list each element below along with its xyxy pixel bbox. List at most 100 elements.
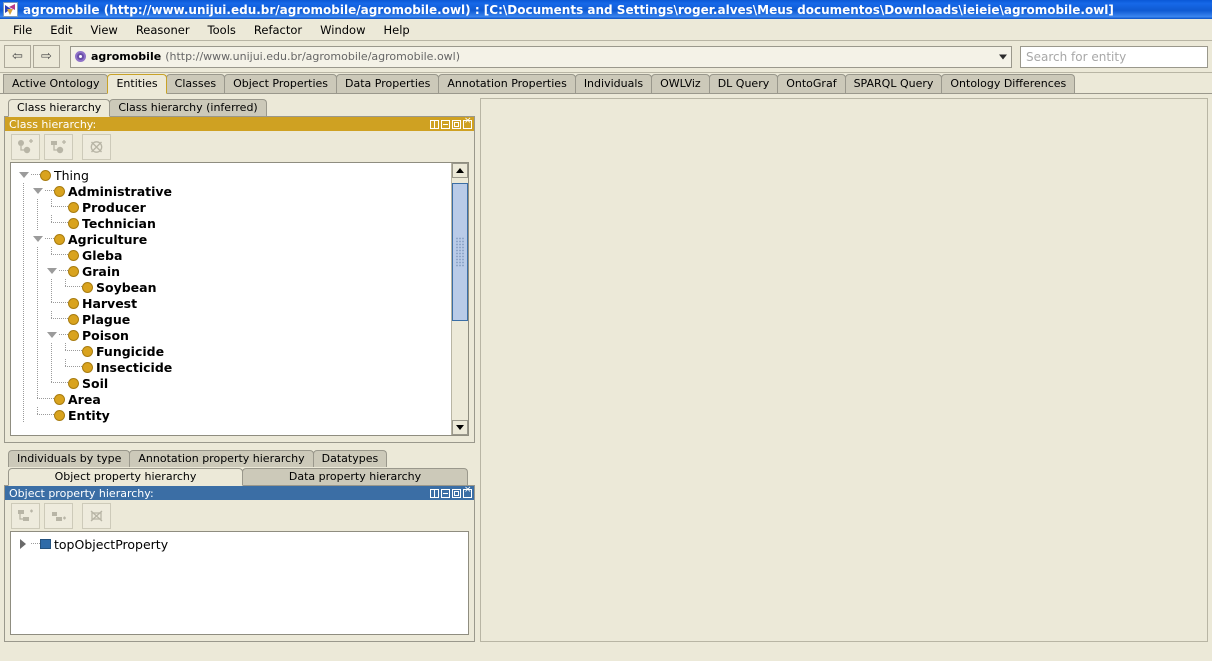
tree-row[interactable]: Agriculture (17, 231, 451, 247)
tab-individuals[interactable]: Individuals (574, 74, 653, 93)
tree-guide (45, 343, 59, 359)
expand-toggle-down-icon[interactable] (45, 263, 59, 279)
menu-item-window[interactable]: Window (311, 21, 374, 39)
tab-object-property-hierarchy[interactable]: Object property hierarchy (8, 468, 243, 486)
tab-annotation-property-hierarchy[interactable]: Annotation property hierarchy (129, 450, 314, 467)
add-subproperty-button[interactable] (11, 502, 40, 529)
tree-connector (59, 263, 68, 279)
menu-item-file[interactable]: File (4, 21, 41, 39)
split-panel-icon[interactable] (430, 119, 439, 129)
tab-sparql-query[interactable]: SPARQL Query (844, 74, 943, 93)
maximize-panel-icon[interactable] (452, 119, 461, 129)
expand-toggle-right-icon[interactable] (17, 536, 31, 552)
tree-row[interactable]: Area (17, 391, 451, 407)
menu-item-view[interactable]: View (82, 21, 127, 39)
add-sibling-property-button[interactable] (44, 502, 73, 529)
delete-property-button[interactable] (82, 502, 111, 529)
tab-data-property-hierarchy[interactable]: Data property hierarchy (242, 468, 468, 485)
tree-row[interactable]: Soil (17, 375, 451, 391)
tree-guide (31, 311, 45, 327)
close-panel-icon[interactable] (463, 486, 472, 498)
ontology-selector-combobox[interactable]: agromobile (http://www.unijui.edu.br/agr… (70, 45, 1012, 68)
tree-row[interactable]: Producer (17, 199, 451, 215)
tree-row[interactable]: Entity (17, 407, 451, 423)
expand-toggle-down-icon[interactable] (31, 231, 45, 247)
close-panel-icon[interactable] (463, 117, 472, 129)
tab-dl-query[interactable]: DL Query (708, 74, 779, 93)
tree-row[interactable]: Fungicide (17, 343, 451, 359)
tree-guide (17, 199, 31, 215)
tab-ontology-differences[interactable]: Ontology Differences (941, 74, 1076, 93)
owl-class-icon (54, 185, 65, 197)
menu-item-edit[interactable]: Edit (41, 21, 81, 39)
tree-item-label: Technician (82, 215, 156, 231)
tree-guide (31, 263, 45, 279)
tree-row[interactable]: topObjectProperty (17, 536, 468, 552)
tree-row[interactable]: Administrative (17, 183, 451, 199)
object-property-panel-title: Object property hierarchy: (9, 486, 154, 500)
panel-controls (430, 486, 472, 498)
tree-row[interactable]: Gleba (17, 247, 451, 263)
menu-item-tools[interactable]: Tools (199, 21, 245, 39)
back-button[interactable]: ⇦ (4, 45, 31, 68)
tab-object-properties[interactable]: Object Properties (224, 74, 338, 93)
tree-connector (59, 359, 73, 375)
menu-item-refactor[interactable]: Refactor (245, 21, 311, 39)
scroll-down-button[interactable] (452, 420, 468, 435)
object-property-hierarchy-panel: Object property hierarchy: × topObjectPr… (4, 485, 475, 642)
tree-item-label: Soybean (96, 279, 157, 295)
tab-owlviz[interactable]: OWLViz (651, 74, 710, 93)
tab-datatypes[interactable]: Datatypes (312, 450, 388, 467)
expand-toggle-down-icon[interactable] (31, 183, 45, 199)
tab-class-hierarchy-inferred[interactable]: Class hierarchy (inferred) (109, 99, 267, 116)
tree-row[interactable]: Insecticide (17, 359, 451, 375)
menu-item-help[interactable]: Help (374, 21, 418, 39)
tab-entities[interactable]: Entities (107, 74, 167, 94)
tab-data-properties[interactable]: Data Properties (336, 74, 440, 93)
tree-connector (73, 279, 82, 295)
tab-active-ontology[interactable]: Active Ontology (3, 74, 109, 93)
object-property-panel-header: Object property hierarchy: (5, 486, 474, 500)
tree-row[interactable]: Soybean (17, 279, 451, 295)
tree-row[interactable]: Thing (17, 167, 451, 183)
chevron-down-icon[interactable] (999, 54, 1007, 59)
tree-row[interactable]: Harvest (17, 295, 451, 311)
split-panel-icon[interactable] (430, 488, 439, 498)
tab-individuals-by-type[interactable]: Individuals by type (8, 450, 131, 467)
tab-annotation-properties[interactable]: Annotation Properties (438, 74, 576, 93)
tree-row[interactable]: Poison (17, 327, 451, 343)
tree-connector (45, 407, 54, 423)
tree-row[interactable]: Technician (17, 215, 451, 231)
minimize-panel-icon[interactable] (441, 119, 450, 129)
add-sibling-class-button[interactable] (44, 133, 73, 160)
tab-classes[interactable]: Classes (165, 74, 226, 93)
minimize-panel-icon[interactable] (441, 488, 450, 498)
property-upper-tab-strip: Individuals by type Annotation property … (4, 449, 475, 467)
tree-guide (17, 295, 31, 311)
owl-class-icon (82, 345, 93, 357)
tree-guide (17, 327, 31, 343)
class-hierarchy-tree[interactable]: Thing Administrative Producer Technician Agr… (11, 163, 451, 435)
tab-class-hierarchy[interactable]: Class hierarchy (8, 99, 111, 117)
maximize-panel-icon[interactable] (452, 488, 461, 498)
scroll-track[interactable] (452, 178, 468, 420)
object-property-tree[interactable]: topObjectProperty (11, 532, 468, 634)
tab-ontograf[interactable]: OntoGraf (777, 74, 846, 93)
scroll-thumb[interactable] (452, 182, 468, 321)
add-subclass-button[interactable] (11, 133, 40, 160)
tree-connector (59, 327, 68, 343)
expand-toggle-down-icon[interactable] (17, 167, 31, 183)
object-property-toolbar (5, 500, 474, 531)
delete-class-button[interactable] (82, 133, 111, 160)
tree-row[interactable]: Grain (17, 263, 451, 279)
tree-connector (59, 295, 68, 311)
forward-button[interactable]: ⇨ (33, 45, 60, 68)
menu-item-reasoner[interactable]: Reasoner (127, 21, 199, 39)
entity-detail-area[interactable] (480, 98, 1208, 642)
search-input[interactable]: Search for entity (1020, 45, 1208, 68)
scroll-up-button[interactable] (452, 163, 468, 178)
expand-toggle-down-icon[interactable] (45, 327, 59, 343)
tree-item-label: Thing (54, 167, 89, 183)
tree-row[interactable]: Plague (17, 311, 451, 327)
class-tree-vertical-scrollbar[interactable] (451, 163, 468, 435)
